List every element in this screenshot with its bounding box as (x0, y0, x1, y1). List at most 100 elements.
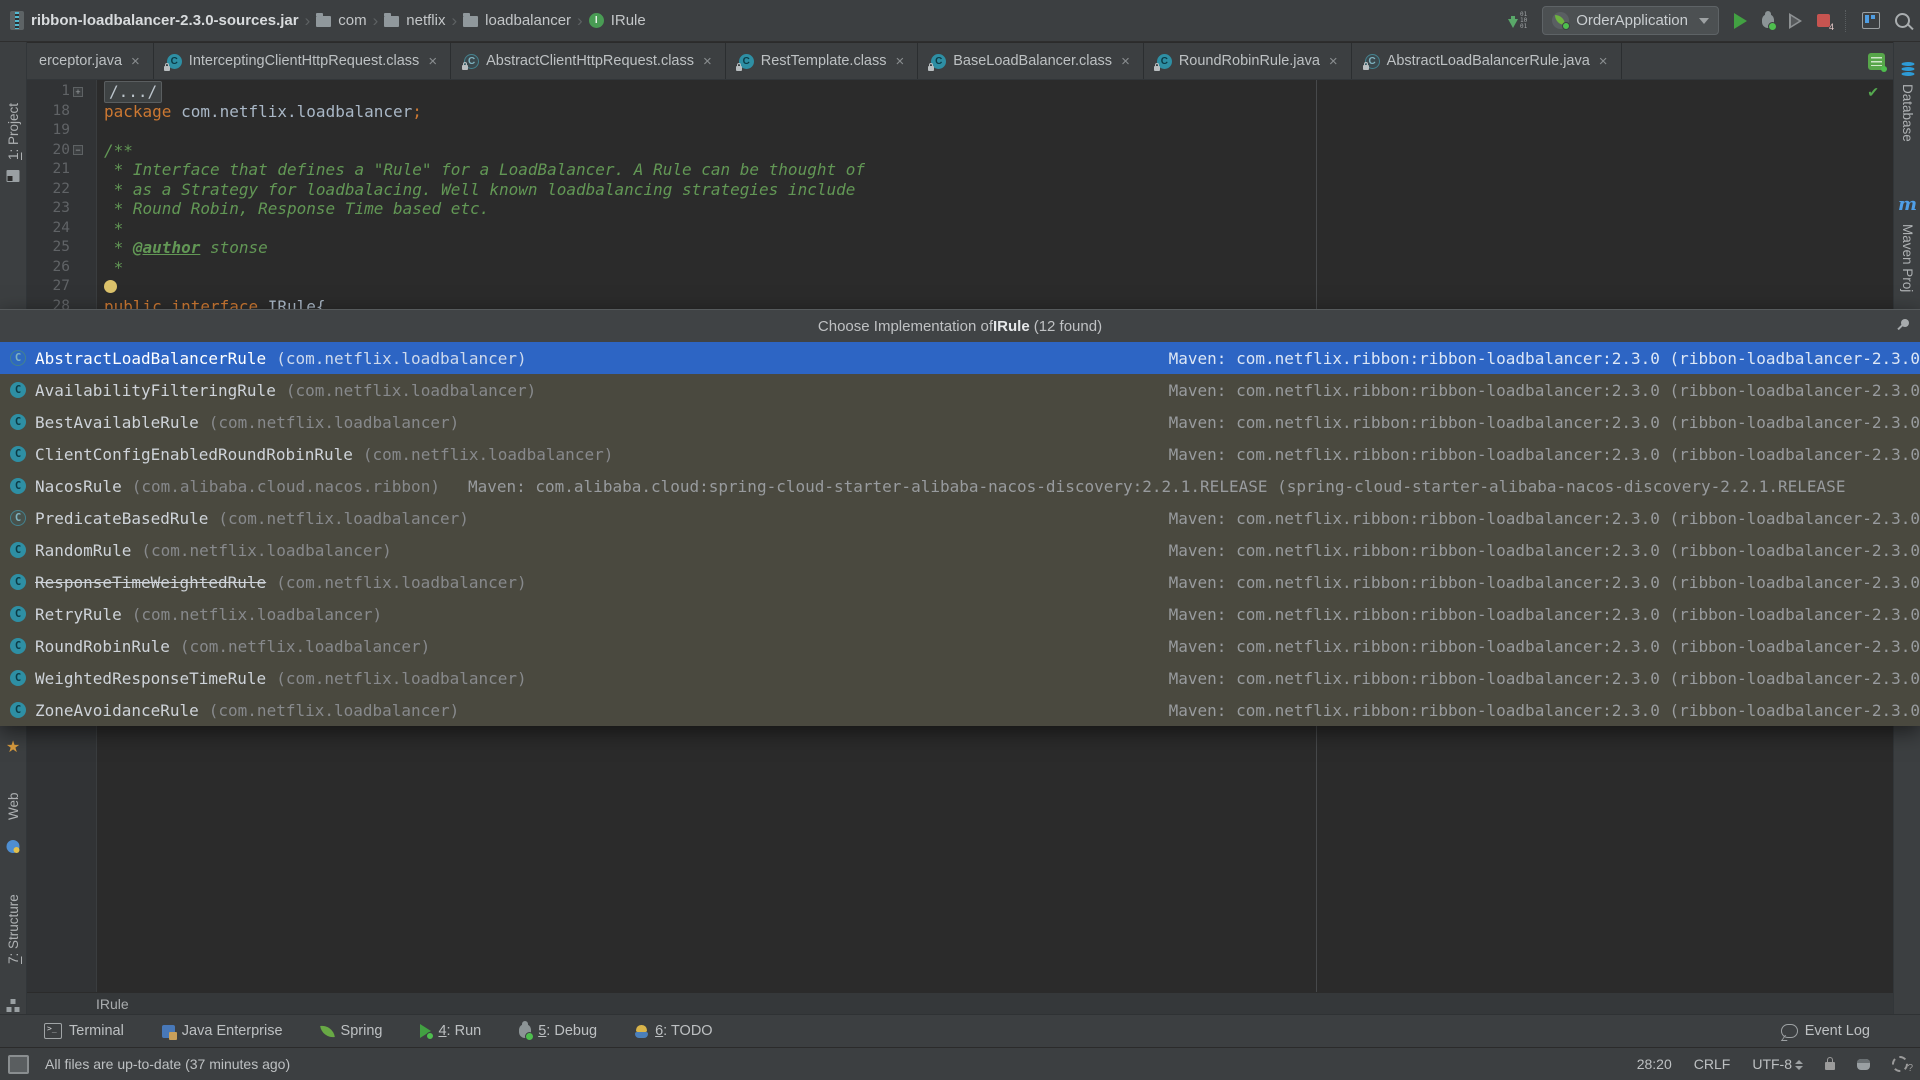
toolwindow-button-debug[interactable]: 5: Debug (519, 1023, 597, 1039)
editor-breadcrumb-item[interactable]: IRule (96, 996, 129, 1012)
line-number: 23 (26, 199, 70, 219)
web-toolwindow-icon[interactable] (7, 840, 20, 853)
toolwindow-toggle-icon[interactable] (8, 1055, 29, 1074)
implementation-class-name: RetryRule (35, 605, 122, 624)
breadcrumb-jar-label: ribbon-loadbalancer-2.3.0-sources.jar (31, 12, 299, 29)
sidebar-item-maven-projects[interactable]: Maven Proj (1894, 224, 1920, 310)
implementation-row-clientconfigenabledroundrobinrule[interactable]: CClientConfigEnabledRoundRobinRule(com.n… (0, 438, 1920, 470)
close-icon[interactable]: × (703, 53, 712, 70)
breadcrumb-folder-loadbalancer[interactable]: loadbalancer (463, 12, 571, 29)
close-icon[interactable]: × (1329, 53, 1338, 70)
class-icon: C (167, 54, 182, 69)
running-count-badge: 4 (1829, 22, 1834, 32)
implementation-row-zoneavoidancerule[interactable]: CZoneAvoidanceRule(com.netflix.loadbalan… (0, 694, 1920, 726)
breadcrumb-folder-netflix[interactable]: netflix (384, 12, 445, 29)
database-toolwindow-icon[interactable] (1901, 62, 1914, 77)
implementation-row-retryrule[interactable]: CRetryRule(com.netflix.loadbalancer)Mave… (0, 598, 1920, 630)
close-icon[interactable]: × (1599, 53, 1608, 70)
line-number: 1 (26, 82, 70, 102)
implementation-row-abstractloadbalancerrule[interactable]: CAbstractLoadBalancerRule(com.netflix.lo… (0, 342, 1920, 374)
implementation-class-name: AvailabilityFilteringRule (35, 381, 276, 400)
implementation-package: (com.netflix.loadbalancer) (276, 573, 526, 592)
maven-coordinates: Maven: com.netflix.ribbon:ribbon-loadbal… (1169, 541, 1920, 560)
line-number: 21 (26, 160, 70, 180)
inspections-ok-icon[interactable]: ✔ (1867, 84, 1879, 101)
plugin-status-icon[interactable] (1857, 1059, 1870, 1070)
tab-interceptingclienthttprequest-class[interactable]: CInterceptingClientHttpRequest.class× (154, 43, 451, 79)
close-icon[interactable]: × (428, 53, 437, 70)
toolwindow-button-run[interactable]: 4: Run (420, 1023, 481, 1039)
tab-erceptor-java[interactable]: erceptor.java× (26, 43, 154, 79)
hidden-tabs-indicator-icon[interactable] (1868, 53, 1885, 70)
debug-button[interactable] (1762, 14, 1774, 28)
search-everywhere-button[interactable] (1895, 13, 1910, 28)
tab-baseloadbalancer-class[interactable]: CBaseLoadBalancer.class× (918, 43, 1144, 79)
project-toolwindow-icon[interactable] (7, 170, 20, 182)
breadcrumb-jar[interactable]: ribbon-loadbalancer-2.3.0-sources.jar (10, 11, 299, 30)
vcs-update-button[interactable]: 011001 (1508, 12, 1527, 30)
toolwindow-button-todo[interactable]: 6: TODO (635, 1023, 713, 1039)
implementation-row-roundrobinrule[interactable]: CRoundRobinRule(com.netflix.loadbalancer… (0, 630, 1920, 662)
line-number: 24 (26, 219, 70, 239)
caret-position-widget[interactable]: 28:20 (1637, 1056, 1672, 1072)
tab-roundrobinrule-java[interactable]: CRoundRobinRule.java× (1144, 43, 1352, 79)
class-icon: C (10, 382, 26, 398)
intention-bulb-icon[interactable] (104, 280, 117, 293)
maven-coordinates: Maven: com.alibaba.cloud:spring-cloud-st… (468, 477, 1846, 496)
implementation-row-bestavailablerule[interactable]: CBestAvailableRule(com.netflix.loadbalan… (0, 406, 1920, 438)
encoding-widget[interactable]: UTF-8 (1752, 1056, 1803, 1072)
run-configuration-select[interactable]: OrderApplication (1542, 6, 1719, 35)
fold-expand-icon[interactable]: + (73, 87, 83, 97)
implementation-row-randomrule[interactable]: CRandomRule(com.netflix.loadbalancer)Mav… (0, 534, 1920, 566)
toolwindow-button-spring[interactable]: Spring (321, 1023, 383, 1039)
sidebar-item-web[interactable]: Web (0, 768, 26, 820)
implementation-row-predicatebasedrule[interactable]: CPredicateBasedRule(com.netflix.loadbala… (0, 502, 1920, 534)
close-icon[interactable]: × (895, 53, 904, 70)
implementation-package: (com.netflix.loadbalancer) (276, 349, 526, 368)
code-text: /.../ (86, 81, 1893, 103)
line-separator-widget[interactable]: CRLF (1694, 1056, 1731, 1072)
event-log-button[interactable]: Event Log (1781, 1023, 1870, 1039)
implementation-class-name: WeightedResponseTimeRule (35, 669, 266, 688)
code-text: * (86, 219, 1893, 239)
pin-icon[interactable] (1895, 318, 1911, 334)
run-with-coverage-button[interactable] (1789, 13, 1802, 29)
toolwindow-button-label: 5: Debug (538, 1023, 597, 1039)
toolwindow-button-javaee[interactable]: Java Enterprise (162, 1023, 283, 1039)
breadcrumb-folder-com[interactable]: com (316, 12, 366, 29)
tool-window-layout-icon[interactable] (1862, 12, 1880, 29)
popup-title-suffix: (12 found) (1034, 318, 1102, 335)
maven-coordinates: Maven: com.netflix.ribbon:ribbon-loadbal… (1169, 509, 1920, 528)
breadcrumb-folder-label: netflix (406, 12, 445, 29)
implementation-row-nacosrule[interactable]: CNacosRule(com.alibaba.cloud.nacos.ribbo… (0, 470, 1920, 502)
fold-collapse-icon[interactable]: − (73, 145, 83, 155)
stop-button[interactable]: 4 (1817, 14, 1830, 27)
implementation-class-name: RandomRule (35, 541, 131, 560)
gear-icon[interactable]: ? (1892, 1056, 1908, 1072)
implementation-row-responsetimeweightedrule[interactable]: CResponseTimeWeightedRule(com.netflix.lo… (0, 566, 1920, 598)
implementation-row-weightedresponsetimerule[interactable]: CWeightedResponseTimeRule(com.netflix.lo… (0, 662, 1920, 694)
close-icon[interactable]: × (131, 53, 140, 70)
breadcrumb-class-irule[interactable]: I IRule (589, 12, 646, 29)
implementation-package: (com.netflix.loadbalancer) (218, 509, 468, 528)
favorites-star-icon[interactable]: ★ (6, 740, 20, 756)
structure-toolwindow-icon[interactable] (7, 999, 20, 1012)
lock-badge-icon (736, 66, 742, 71)
javaee-icon (162, 1025, 175, 1038)
tab-resttemplate-class[interactable]: CRestTemplate.class× (726, 43, 918, 79)
sidebar-item-structure[interactable]: 7: Structure (0, 864, 26, 964)
code-text: * as a Strategy for loadbalacing. Well k… (86, 180, 1893, 200)
lock-badge-icon (1363, 65, 1369, 70)
run-button[interactable] (1734, 13, 1747, 29)
close-icon[interactable]: × (1121, 53, 1130, 70)
lock-icon[interactable] (1825, 1062, 1835, 1070)
maven-icon[interactable]: m (1898, 194, 1917, 215)
sidebar-item-database[interactable]: Database (1894, 84, 1920, 162)
sidebar-item-project[interactable]: 1: Project (0, 60, 26, 160)
implementation-row-availabilityfilteringrule[interactable]: CAvailabilityFilteringRule(com.netflix.l… (0, 374, 1920, 406)
tab-abstractloadbalancerrule-java[interactable]: CAbstractLoadBalancerRule.java× (1352, 43, 1622, 79)
class-icon: C (10, 446, 26, 462)
tab-abstractclienthttprequest-class[interactable]: CAbstractClientHttpRequest.class× (451, 43, 726, 79)
popup-title: Choose Implementation of IRule (12 found… (0, 309, 1920, 342)
toolwindow-button-terminal[interactable]: Terminal (44, 1023, 124, 1039)
